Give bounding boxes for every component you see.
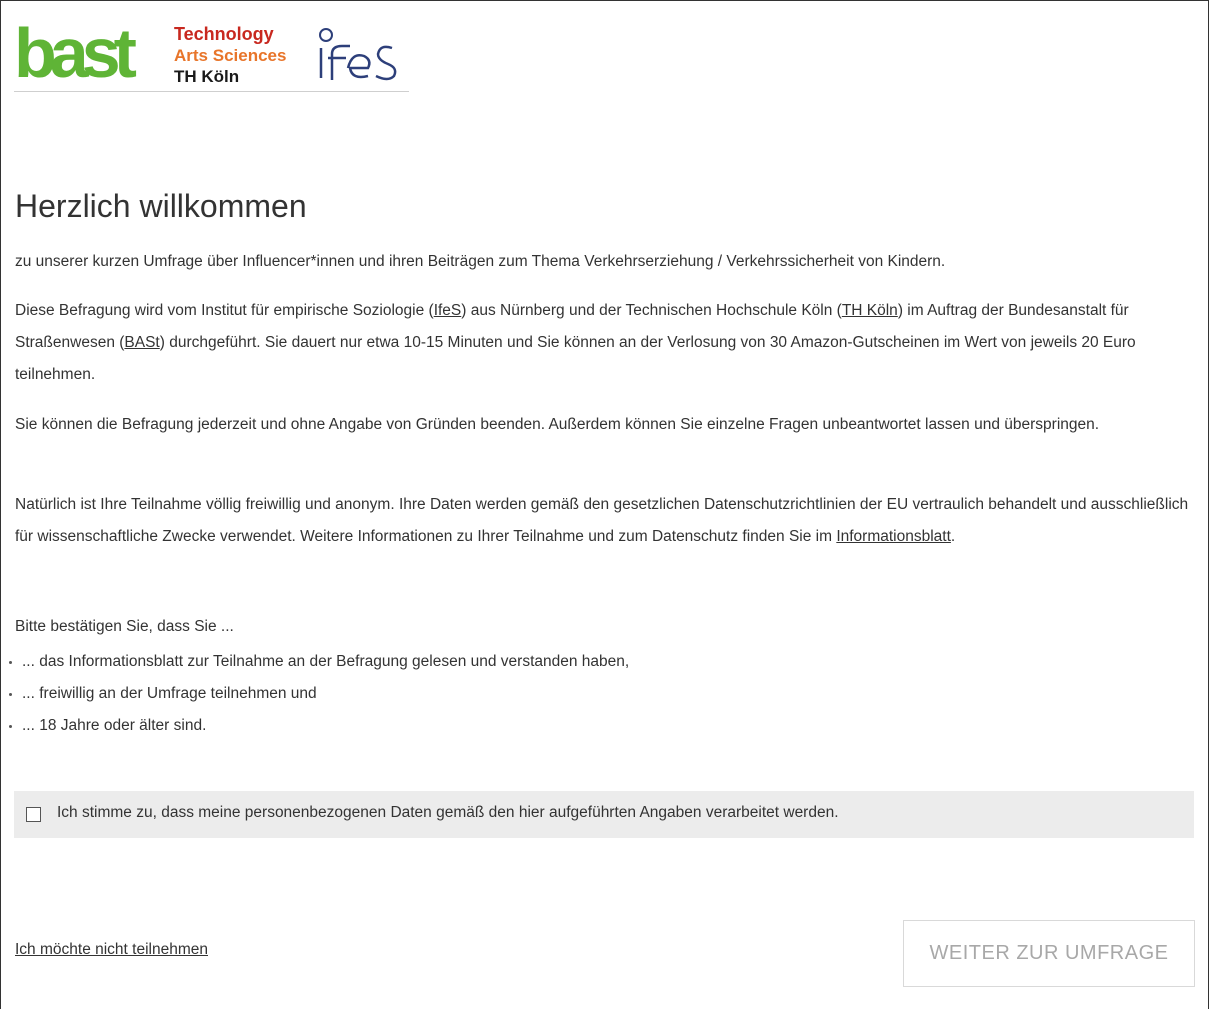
ifes-link[interactable]: IfeS xyxy=(434,302,462,319)
decline-link[interactable]: Ich möchte nicht teilnehmen xyxy=(15,941,208,959)
confirmation-list: ... das Informationsblatt zur Teilnahme … xyxy=(0,646,629,742)
list-item: ... das Informationsblatt zur Teilnahme … xyxy=(0,646,629,678)
consent-box[interactable]: Ich stimme zu, dass meine personenbezoge… xyxy=(14,791,1194,838)
list-item: ... 18 Jahre oder älter sind. xyxy=(0,710,629,742)
study-info-text-4: ) durchgeführt. Sie dauert nur etwa 10-1… xyxy=(15,334,1136,383)
intro-text: zu unserer kurzen Umfrage über Influence… xyxy=(15,253,946,270)
th-logo-line-2: Arts Sciences xyxy=(174,46,287,65)
privacy-info-text-1: Natürlich ist Ihre Teilnahme völlig frei… xyxy=(15,496,1189,545)
th-koeln-link[interactable]: TH Köln xyxy=(842,302,898,319)
consent-label[interactable]: Ich stimme zu, dass meine personenbezoge… xyxy=(57,804,839,822)
consent-checkbox[interactable] xyxy=(26,807,41,822)
bast-link[interactable]: BASt xyxy=(124,334,159,351)
logo-bar: bast Technology Arts Sciences TH Köln xyxy=(14,18,409,92)
th-koeln-logo: Technology Arts Sciences TH Köln xyxy=(174,24,286,87)
ifes-logo xyxy=(319,28,397,81)
privacy-info-paragraph: Natürlich ist Ihre Teilnahme völlig frei… xyxy=(15,489,1190,553)
privacy-info-text-2: . xyxy=(950,528,956,545)
th-logo-line-3: TH Köln xyxy=(174,67,240,86)
list-item: ... freiwillig an der Umfrage teilnehmen… xyxy=(0,678,629,710)
study-info-text-1: Diese Befragung wird vom Institut für em… xyxy=(15,302,434,319)
logo-divider xyxy=(14,91,409,92)
withdrawal-info-paragraph: Sie können die Befragung jederzeit und o… xyxy=(15,416,1100,433)
th-logo-line-1: Technology xyxy=(174,24,274,44)
study-info-paragraph: Diese Befragung wird vom Institut für em… xyxy=(15,295,1190,391)
study-info-text-2: ) aus Nürnberg und der Technischen Hochs… xyxy=(461,302,842,319)
page-title: Herzlich willkommen xyxy=(15,188,307,224)
next-survey-button[interactable]: WEITER ZUR UMFRAGE xyxy=(903,920,1195,987)
confirm-intro: Bitte bestätigen Sie, dass Sie ... xyxy=(15,618,234,635)
informationsblatt-link[interactable]: Informationsblatt xyxy=(836,528,951,545)
bast-logo: bast xyxy=(14,14,137,92)
